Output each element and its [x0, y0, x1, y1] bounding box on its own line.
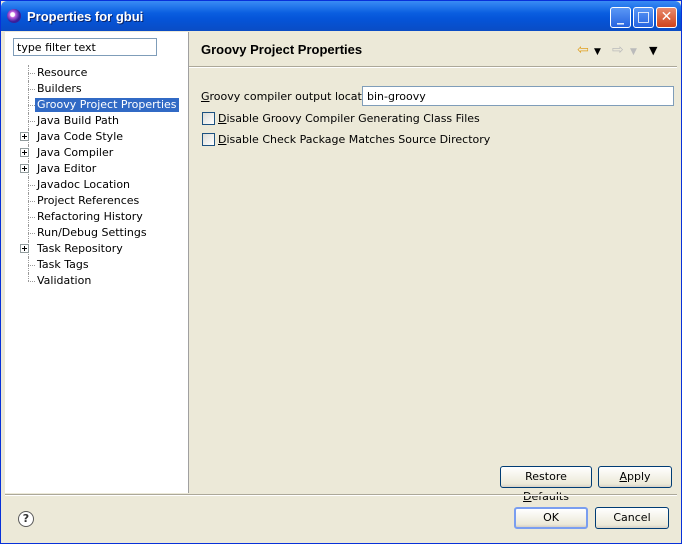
- tree-item[interactable]: Java Editor: [5, 161, 188, 177]
- tree-item[interactable]: Resource: [5, 65, 188, 81]
- disable-package-check-checkbox[interactable]: [202, 133, 215, 146]
- expand-icon[interactable]: [20, 244, 29, 253]
- eclipse-icon: [7, 9, 21, 23]
- apply-button[interactable]: Apply: [598, 466, 672, 488]
- tree-item[interactable]: Project References: [5, 193, 188, 209]
- title-bar[interactable]: Properties for gbui _ □ ✕: [1, 1, 681, 31]
- filter-input[interactable]: [13, 38, 157, 56]
- view-menu-icon[interactable]: ▼: [649, 43, 657, 59]
- tree-item[interactable]: Java Compiler: [5, 145, 188, 161]
- tree-item[interactable]: Java Build Path: [5, 113, 188, 129]
- tree-item-label: Resource: [37, 66, 88, 79]
- tree-item-label: Java Build Path: [37, 114, 120, 127]
- tree-item[interactable]: Run/Debug Settings: [5, 225, 188, 241]
- tree-branch: [28, 185, 35, 186]
- ok-button[interactable]: OK: [514, 507, 588, 529]
- tree-connector: [28, 273, 29, 281]
- expand-icon[interactable]: [20, 132, 29, 141]
- back-dropdown-icon[interactable]: ▼: [594, 44, 601, 60]
- tree-branch: [28, 73, 35, 74]
- tree-branch: [28, 105, 35, 106]
- cancel-button[interactable]: Cancel: [595, 507, 669, 529]
- header-divider: [189, 66, 677, 68]
- tree-branch: [28, 265, 35, 266]
- tree-branch: [28, 281, 35, 282]
- maximize-button[interactable]: □: [633, 7, 654, 28]
- footer-divider: [5, 494, 677, 496]
- minimize-button[interactable]: _: [610, 7, 631, 28]
- restore-defaults-button[interactable]: Restore Defaults: [500, 466, 592, 503]
- close-button[interactable]: ✕: [656, 7, 677, 28]
- tree-item[interactable]: Refactoring History: [5, 209, 188, 225]
- tree-item-label: Validation: [37, 274, 92, 287]
- disable-class-files-checkbox[interactable]: [202, 112, 215, 125]
- sidebar: Resource Builders Groovy Project Propertie…: [5, 32, 189, 493]
- tree-branch: [28, 201, 35, 202]
- forward-dropdown-icon[interactable]: ▼: [630, 44, 637, 60]
- tree-item-label: Task Tags: [37, 258, 89, 271]
- forward-arrow-icon[interactable]: ⇨: [612, 42, 624, 58]
- page-nav: ⇦ ▼ ⇨ ▼ ▼: [577, 42, 667, 58]
- close-icon: ✕: [660, 9, 673, 25]
- dialog-client: Resource Builders Groovy Project Propertie…: [4, 31, 678, 541]
- tree-branch: [28, 121, 35, 122]
- tree-item-label: Java Editor: [37, 162, 97, 175]
- page-title: Groovy Project Properties: [201, 42, 363, 57]
- back-arrow-icon[interactable]: ⇦: [577, 42, 589, 58]
- expand-icon[interactable]: [20, 148, 29, 157]
- output-location-label: Groovy compiler output location: [201, 90, 379, 103]
- disable-class-files-label[interactable]: Disable Groovy Compiler Generating Class…: [218, 112, 480, 125]
- tree-item[interactable]: Task Repository: [5, 241, 188, 257]
- tree-branch: [28, 233, 35, 234]
- disable-package-check-label[interactable]: Disable Check Package Matches Source Dir…: [218, 133, 490, 146]
- tree-item[interactable]: Java Code Style: [5, 129, 188, 145]
- tree-item-label: Refactoring History: [37, 210, 143, 223]
- tree-item[interactable]: Groovy Project Properties: [5, 97, 188, 113]
- tree-item[interactable]: Javadoc Location: [5, 177, 188, 193]
- tree-item-label: Groovy Project Properties: [35, 98, 179, 112]
- tree-item-label: Project References: [37, 194, 140, 207]
- tree-item[interactable]: Validation: [5, 273, 188, 289]
- window-title: Properties for gbui: [27, 9, 144, 24]
- tree-item-label: Task Repository: [37, 242, 123, 255]
- tree-item[interactable]: Task Tags: [5, 257, 188, 273]
- tree-branch: [28, 89, 35, 90]
- tree-item[interactable]: Builders: [5, 81, 188, 97]
- tree-item-label: Run/Debug Settings: [37, 226, 147, 239]
- help-icon[interactable]: ?: [18, 511, 34, 527]
- maximize-icon: □: [636, 9, 651, 25]
- properties-dialog: Properties for gbui _ □ ✕ Resource Builde…: [0, 0, 682, 544]
- minimize-icon: _: [617, 9, 624, 25]
- expand-icon[interactable]: [20, 164, 29, 173]
- tree-branch: [28, 217, 35, 218]
- main-pane: Groovy Project Properties ⇦ ▼ ⇨ ▼ ▼ Groo…: [189, 32, 677, 503]
- tree-item-label: Java Compiler: [37, 146, 114, 159]
- output-location-input[interactable]: [362, 86, 674, 106]
- tree-item-label: Java Code Style: [37, 130, 124, 143]
- tree-item-label: Javadoc Location: [37, 178, 131, 191]
- tree-item-label: Builders: [37, 82, 82, 95]
